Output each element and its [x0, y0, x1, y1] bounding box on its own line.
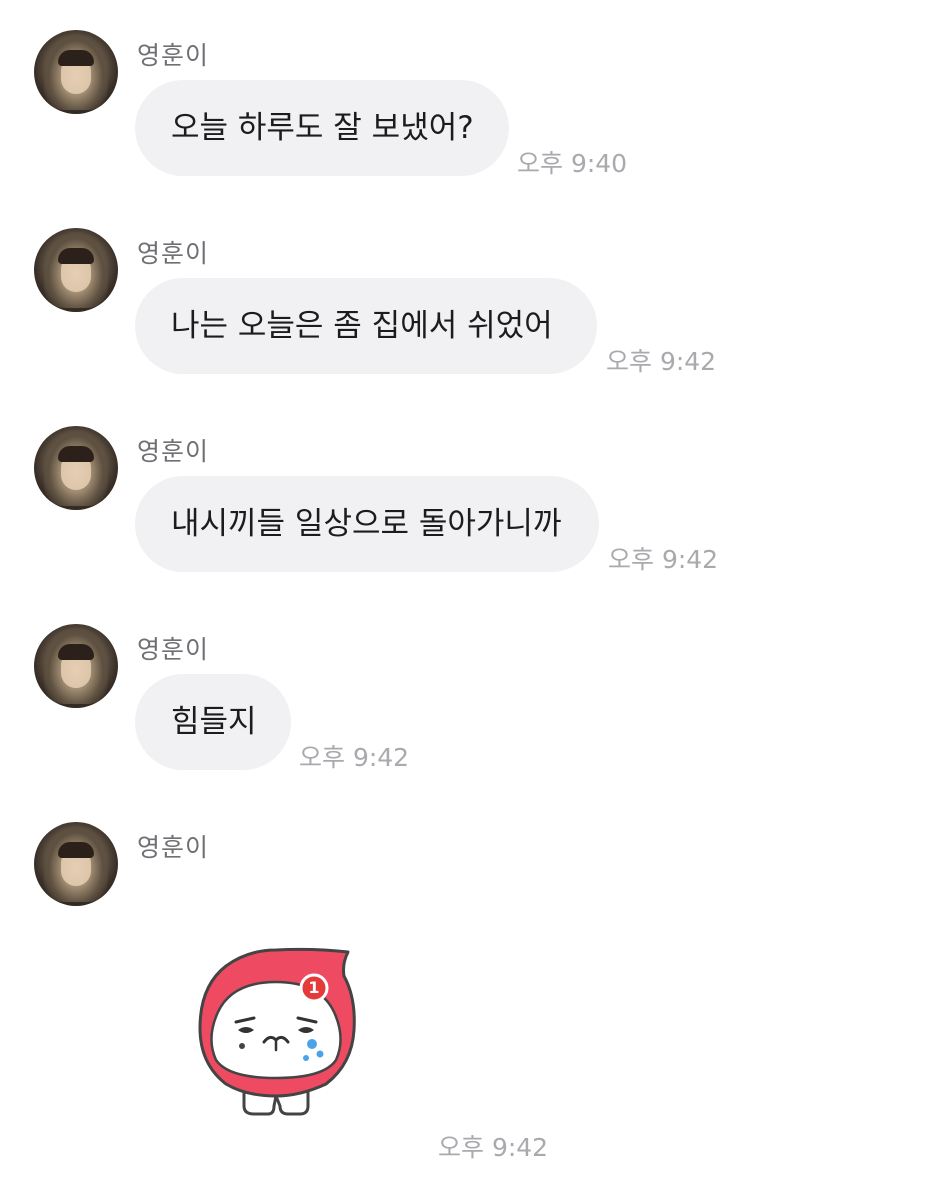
avatar[interactable]: [34, 624, 118, 708]
message-bubble[interactable]: 오늘 하루도 잘 보냈어?: [135, 80, 509, 176]
sender-name: 영훈이: [137, 635, 210, 664]
sticker-image: [198, 947, 356, 1116]
message-timestamp: 오후 9:42: [608, 545, 719, 574]
message-timestamp: 오후 9:40: [517, 149, 628, 178]
message-bubble[interactable]: 내시끼들 일상으로 돌아가니까: [135, 476, 599, 572]
avatar[interactable]: [34, 822, 118, 906]
message-timestamp: 오후 9:42: [606, 347, 717, 376]
avatar[interactable]: [34, 426, 118, 510]
message-bubble[interactable]: 나는 오늘은 좀 집에서 쉬었어: [135, 278, 597, 374]
message-timestamp: 오후 9:42: [299, 743, 410, 772]
sender-name: 영훈이: [137, 833, 210, 862]
sender-name: 영훈이: [137, 437, 210, 466]
sticker-badge: 1: [308, 978, 320, 997]
avatar[interactable]: [34, 30, 118, 114]
sender-name: 영훈이: [137, 239, 210, 268]
message-timestamp: 오후 9:42: [438, 1133, 549, 1162]
message-bubble[interactable]: 힘들지: [135, 674, 291, 770]
crying-character-sticker[interactable]: 1: [196, 946, 356, 1118]
avatar[interactable]: [34, 228, 118, 312]
sender-name: 영훈이: [137, 41, 210, 70]
